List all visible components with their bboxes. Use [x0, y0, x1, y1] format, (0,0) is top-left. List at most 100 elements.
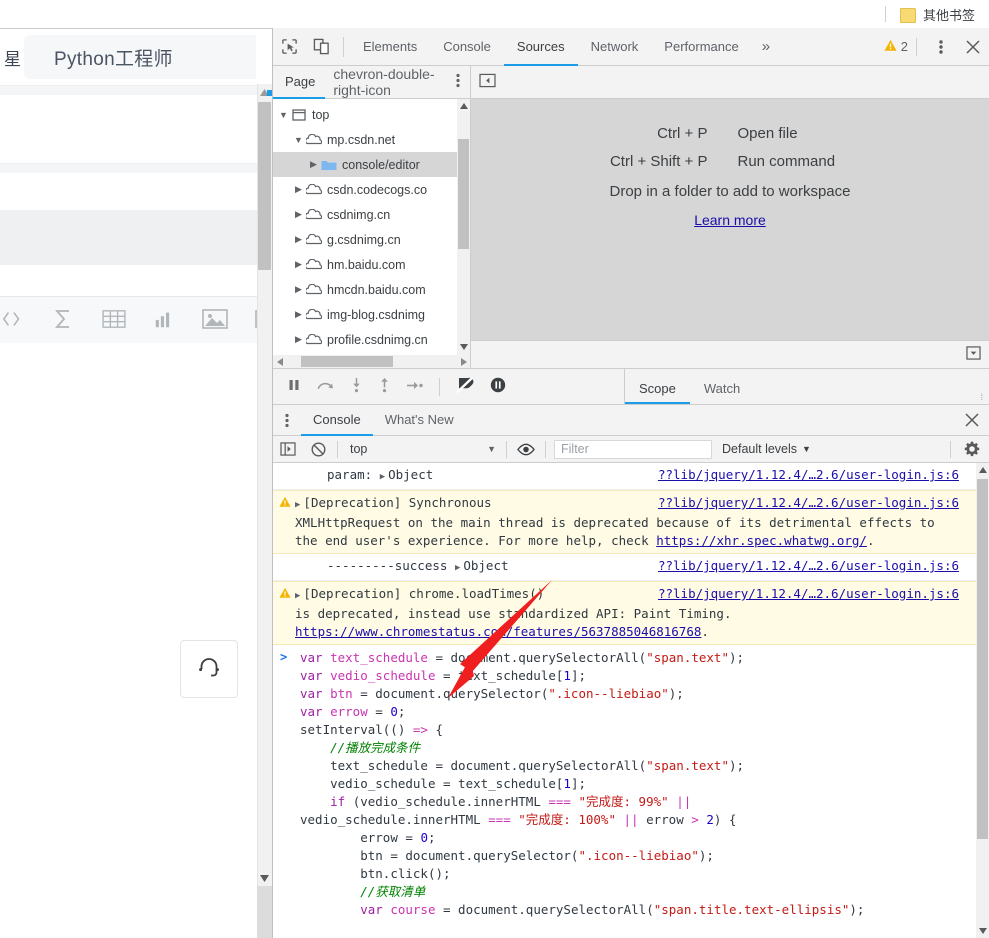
twisty-closed-icon[interactable]: ▶ — [292, 284, 305, 295]
expand-arrow-icon[interactable]: ▶ — [455, 563, 460, 573]
show-navigator-icon[interactable] — [479, 73, 496, 91]
step-over-icon[interactable] — [316, 378, 335, 395]
console-warning-row[interactable]: ▶ [Deprecation] Synchronous ??lib/jquery/… — [273, 490, 989, 554]
clear-console-icon[interactable] — [303, 442, 333, 457]
console-prompt[interactable]: > var text_schedule = document.querySele… — [273, 645, 989, 923]
scroll-up-icon[interactable] — [457, 99, 470, 113]
device-toolbar-icon[interactable] — [305, 28, 337, 65]
code-icon[interactable] — [2, 308, 24, 333]
source-link[interactable]: ??lib/jquery/1.12.4/…2.6/user-login.js:6 — [658, 557, 963, 577]
console-input-code[interactable]: var text_schedule = document.querySelect… — [273, 649, 963, 919]
filter-input[interactable]: Filter — [554, 439, 712, 459]
twisty-closed-icon[interactable]: ▶ — [292, 209, 305, 220]
navigator-pane: Page chevron-double-right-icon ▼ top ▼ m… — [273, 66, 471, 368]
step-into-icon[interactable] — [350, 377, 363, 396]
tree-item-hm-baidu-com[interactable]: ▶ hm.baidu.com — [273, 252, 470, 277]
deactivate-breakpoints-icon[interactable] — [455, 376, 475, 396]
show-console-drawer-icon[interactable] — [966, 346, 981, 363]
tree-item-g-csdnimg-cn[interactable]: ▶ g.csdnimg.cn — [273, 227, 470, 252]
scroll-down-icon[interactable] — [457, 340, 470, 354]
console-scrollbar-thumb[interactable] — [977, 479, 988, 839]
tree-item-img-blog-csdnimg[interactable]: ▶ img-blog.csdnimg — [273, 302, 470, 327]
scroll-down-icon[interactable] — [257, 870, 272, 886]
gear-icon[interactable] — [955, 441, 989, 457]
pause-icon[interactable] — [287, 378, 301, 395]
expand-arrow-icon[interactable]: ▶ — [295, 500, 300, 510]
twisty-closed-icon[interactable]: ▶ — [292, 184, 305, 195]
sigma-icon[interactable] — [51, 307, 75, 334]
console-sidebar-icon[interactable] — [273, 442, 303, 456]
expand-arrow-icon[interactable]: ▶ — [380, 472, 385, 482]
scroll-down-icon[interactable] — [976, 924, 989, 938]
shortcut-key: Ctrl + P — [657, 125, 708, 142]
page-scrollbar-thumb[interactable] — [258, 102, 271, 270]
chevron-double-right-icon[interactable]: chevron-double-right-icon — [325, 66, 446, 98]
tab-network[interactable]: Network — [578, 28, 652, 66]
log-levels-selector[interactable]: Default levels ▼ — [712, 442, 821, 456]
console-log-row[interactable]: param: ▶ Object ??lib/jquery/1.12.4/…2.6/… — [273, 463, 989, 490]
expand-arrow-icon[interactable]: ▶ — [295, 591, 300, 601]
tab-watch[interactable]: Watch — [690, 381, 754, 404]
status-badge[interactable]: 2 — [884, 28, 912, 65]
tab-elements[interactable]: Elements — [350, 28, 430, 66]
console-message-list[interactable]: param: ▶ Object ??lib/jquery/1.12.4/…2.6/… — [273, 463, 989, 938]
step-out-icon[interactable] — [378, 377, 391, 396]
tab-sources[interactable]: Sources — [503, 28, 578, 66]
bar-chart-icon[interactable] — [153, 308, 175, 333]
twisty-closed-icon[interactable]: ▶ — [307, 159, 320, 170]
learn-more-link[interactable]: Learn more — [694, 212, 766, 228]
close-icon[interactable] — [955, 413, 989, 427]
bookmark-other-bookmarks[interactable]: 其他书签 — [899, 5, 989, 24]
tab-console[interactable]: Console — [430, 28, 504, 66]
vertical-dots-icon[interactable] — [925, 28, 957, 65]
twisty-closed-icon[interactable]: ▶ — [292, 309, 305, 320]
step-icon[interactable] — [406, 379, 424, 395]
twisty-open-icon[interactable]: ▼ — [292, 135, 305, 145]
twisty-closed-icon[interactable]: ▶ — [292, 259, 305, 270]
tree-item-csdnimg-cn[interactable]: ▶ csdnimg.cn — [273, 202, 470, 227]
source-link[interactable]: ??lib/jquery/1.12.4/…2.6/user-login.js:6 — [658, 494, 963, 514]
tab-performance[interactable]: Performance — [651, 28, 751, 66]
close-icon[interactable] — [957, 28, 989, 65]
tree-item-profile-csdnimg-cn[interactable]: ▶ profile.csdnimg.cn — [273, 327, 470, 352]
tab-scope[interactable]: Scope — [625, 381, 690, 404]
resize-grip-icon[interactable]: ⁞ — [980, 392, 983, 402]
console-message-head: ▶ [Deprecation] chrome.loadTimes() — [295, 586, 545, 601]
navigator-tab-page[interactable]: Page — [273, 66, 326, 99]
tree-item-mp-csdn-net[interactable]: ▼ mp.csdn.net — [273, 127, 470, 152]
prompt-caret-icon: > — [280, 650, 288, 664]
source-link[interactable]: ??lib/jquery/1.12.4/…2.6/user-login.js:6 — [658, 585, 963, 605]
table-icon[interactable] — [102, 309, 126, 332]
support-button[interactable] — [180, 640, 238, 698]
vertical-dots-icon[interactable] — [446, 73, 470, 91]
spec-link[interactable]: https://xhr.spec.whatwg.org/ — [656, 533, 867, 548]
live-expression-icon[interactable] — [511, 443, 541, 456]
source-link[interactable]: ??lib/jquery/1.12.4/…2.6/user-login.js:6 — [658, 466, 963, 486]
cloud-icon — [305, 184, 323, 195]
tree-item-csdn-codecogs[interactable]: ▶ csdn.codecogs.co — [273, 177, 470, 202]
chevron-double-right-icon[interactable]: » — [752, 28, 780, 65]
search-input[interactable]: Python工程师 — [24, 35, 256, 79]
twisty-open-icon[interactable]: ▼ — [277, 110, 290, 120]
inspect-element-icon[interactable] — [273, 28, 305, 65]
image-icon[interactable] — [202, 308, 228, 333]
console-context-selector[interactable]: top ▼ — [342, 442, 502, 456]
vertical-dots-icon[interactable] — [273, 413, 301, 428]
tree-item-console-editor[interactable]: ▶ console/editor — [273, 152, 470, 177]
console-log-row[interactable]: ---------success ▶ Object ??lib/jquery/1.… — [273, 554, 989, 581]
tree-item-hmcdn-baidu-com[interactable]: ▶ hmcdn.baidu.com — [273, 277, 470, 302]
twisty-closed-icon[interactable]: ▶ — [292, 334, 305, 345]
console-warning-row[interactable]: ▶ [Deprecation] chrome.loadTimes() ??lib/… — [273, 581, 989, 645]
drawer-tab-whats-new[interactable]: What's New — [373, 405, 466, 436]
scroll-left-icon[interactable] — [273, 355, 286, 368]
file-tree[interactable]: ▼ top ▼ mp.csdn.net ▶ console/editor ▶ c… — [273, 99, 470, 368]
pause-on-exceptions-icon[interactable] — [490, 377, 506, 396]
twisty-closed-icon[interactable]: ▶ — [292, 234, 305, 245]
scroll-up-icon[interactable] — [976, 463, 989, 477]
tree-item-top[interactable]: ▼ top — [273, 102, 470, 127]
tree-hscrollbar-thumb[interactable] — [301, 356, 393, 367]
scroll-right-icon[interactable] — [457, 355, 470, 368]
tree-scrollbar-thumb[interactable] — [458, 139, 469, 249]
drawer-tab-console[interactable]: Console — [301, 405, 373, 436]
chromestatus-link[interactable]: https://www.chromestatus.com/features/56… — [295, 624, 701, 639]
